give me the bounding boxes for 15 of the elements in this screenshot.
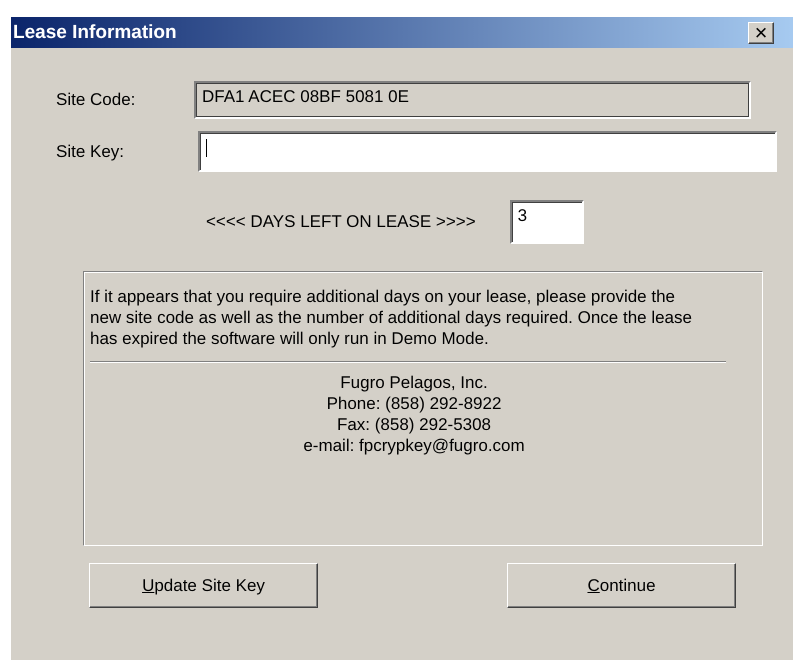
site-key-field[interactable]	[198, 131, 777, 172]
contact-line: Fax: (858) 292-5308	[336, 414, 492, 435]
site-code-label: Site Code:	[55, 90, 136, 110]
close-button[interactable]: ×	[748, 22, 774, 44]
contact-line: Phone: (858) 292-8922	[326, 393, 502, 414]
dialog-button[interactable]: Update Site Key	[89, 563, 318, 608]
days-left-label: <<<< DAYS LEFT ON LEASE >>>>	[206, 212, 476, 232]
window-title: Lease Information	[13, 22, 177, 44]
site-key-label: Site Key:	[55, 142, 126, 162]
site-code-field[interactable]: DFA1 ACEC 08BF 5081 0E	[194, 81, 751, 119]
lease-message: If it appears that you require additional days on your lease, please provide the new site code as well as the number of additional days required. Once the lease has expired the software will only run in Demo Mode.	[90, 286, 693, 349]
contact-line: e-mail: fpcrypkey@fugro.com	[303, 435, 525, 456]
days-left-field[interactable]: 3	[510, 200, 584, 244]
dialog-button[interactable]: Continue	[507, 563, 736, 608]
contact-line: Fugro Pelagos, Inc.	[340, 372, 488, 393]
